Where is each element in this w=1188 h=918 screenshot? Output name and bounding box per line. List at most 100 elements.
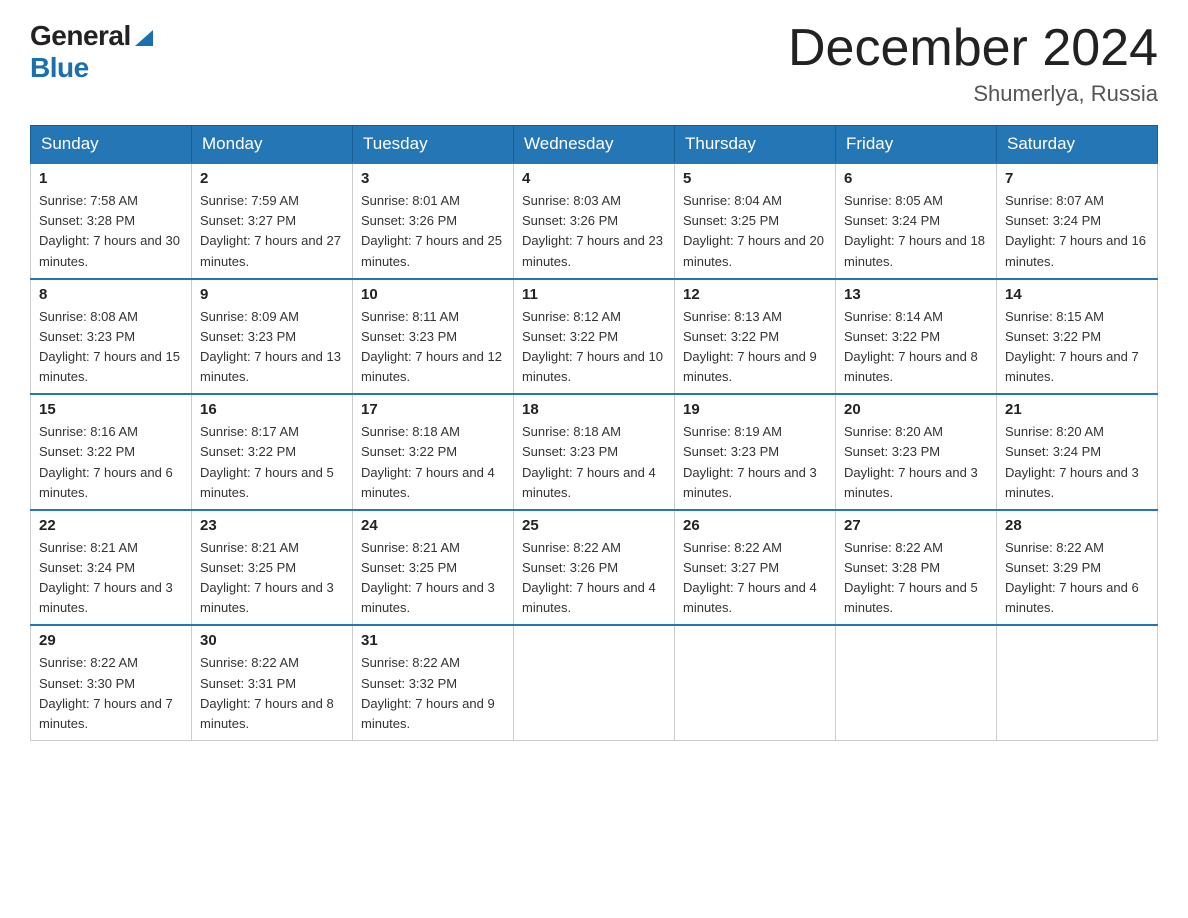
header-friday: Friday [836,126,997,164]
day-number: 14 [1005,286,1149,303]
day-number: 12 [683,286,827,303]
table-row: 2 Sunrise: 7:59 AMSunset: 3:27 PMDayligh… [192,163,353,279]
table-row: 30 Sunrise: 8:22 AMSunset: 3:31 PMDaylig… [192,625,353,740]
day-info: Sunrise: 8:19 AMSunset: 3:23 PMDaylight:… [683,422,827,503]
location: Shumerlya, Russia [788,81,1158,107]
day-info: Sunrise: 8:07 AMSunset: 3:24 PMDaylight:… [1005,191,1149,272]
day-number: 22 [39,517,183,534]
day-info: Sunrise: 8:22 AMSunset: 3:27 PMDaylight:… [683,538,827,619]
day-number: 11 [522,286,666,303]
table-row [514,625,675,740]
calendar-week-row: 22 Sunrise: 8:21 AMSunset: 3:24 PMDaylig… [31,510,1158,626]
day-info: Sunrise: 8:13 AMSunset: 3:22 PMDaylight:… [683,307,827,388]
table-row: 20 Sunrise: 8:20 AMSunset: 3:23 PMDaylig… [836,394,997,510]
table-row: 12 Sunrise: 8:13 AMSunset: 3:22 PMDaylig… [675,279,836,395]
day-info: Sunrise: 8:18 AMSunset: 3:23 PMDaylight:… [522,422,666,503]
header-tuesday: Tuesday [353,126,514,164]
table-row: 28 Sunrise: 8:22 AMSunset: 3:29 PMDaylig… [997,510,1158,626]
day-number: 28 [1005,517,1149,534]
day-info: Sunrise: 8:17 AMSunset: 3:22 PMDaylight:… [200,422,344,503]
day-info: Sunrise: 8:15 AMSunset: 3:22 PMDaylight:… [1005,307,1149,388]
table-row [675,625,836,740]
day-info: Sunrise: 7:59 AMSunset: 3:27 PMDaylight:… [200,191,344,272]
calendar-week-row: 29 Sunrise: 8:22 AMSunset: 3:30 PMDaylig… [31,625,1158,740]
day-number: 27 [844,517,988,534]
day-number: 19 [683,401,827,418]
day-number: 18 [522,401,666,418]
day-number: 30 [200,632,344,649]
table-row: 27 Sunrise: 8:22 AMSunset: 3:28 PMDaylig… [836,510,997,626]
day-info: Sunrise: 8:09 AMSunset: 3:23 PMDaylight:… [200,307,344,388]
day-number: 8 [39,286,183,303]
table-row: 29 Sunrise: 8:22 AMSunset: 3:30 PMDaylig… [31,625,192,740]
table-row: 23 Sunrise: 8:21 AMSunset: 3:25 PMDaylig… [192,510,353,626]
calendar-week-row: 15 Sunrise: 8:16 AMSunset: 3:22 PMDaylig… [31,394,1158,510]
table-row: 1 Sunrise: 7:58 AMSunset: 3:28 PMDayligh… [31,163,192,279]
header: General Blue December 2024 Shumerlya, Ru… [30,20,1158,107]
day-info: Sunrise: 8:22 AMSunset: 3:31 PMDaylight:… [200,653,344,734]
table-row: 22 Sunrise: 8:21 AMSunset: 3:24 PMDaylig… [31,510,192,626]
title-block: December 2024 Shumerlya, Russia [788,20,1158,107]
day-number: 7 [1005,170,1149,187]
day-number: 31 [361,632,505,649]
table-row: 7 Sunrise: 8:07 AMSunset: 3:24 PMDayligh… [997,163,1158,279]
day-info: Sunrise: 8:20 AMSunset: 3:24 PMDaylight:… [1005,422,1149,503]
table-row: 19 Sunrise: 8:19 AMSunset: 3:23 PMDaylig… [675,394,836,510]
table-row: 4 Sunrise: 8:03 AMSunset: 3:26 PMDayligh… [514,163,675,279]
day-info: Sunrise: 7:58 AMSunset: 3:28 PMDaylight:… [39,191,183,272]
table-row: 11 Sunrise: 8:12 AMSunset: 3:22 PMDaylig… [514,279,675,395]
day-info: Sunrise: 8:20 AMSunset: 3:23 PMDaylight:… [844,422,988,503]
table-row: 21 Sunrise: 8:20 AMSunset: 3:24 PMDaylig… [997,394,1158,510]
day-number: 26 [683,517,827,534]
day-number: 23 [200,517,344,534]
day-number: 13 [844,286,988,303]
table-row: 16 Sunrise: 8:17 AMSunset: 3:22 PMDaylig… [192,394,353,510]
logo-general-text: General [30,20,131,52]
day-number: 21 [1005,401,1149,418]
day-info: Sunrise: 8:22 AMSunset: 3:30 PMDaylight:… [39,653,183,734]
day-number: 25 [522,517,666,534]
day-number: 3 [361,170,505,187]
day-info: Sunrise: 8:21 AMSunset: 3:25 PMDaylight:… [361,538,505,619]
day-info: Sunrise: 8:22 AMSunset: 3:29 PMDaylight:… [1005,538,1149,619]
day-info: Sunrise: 8:22 AMSunset: 3:28 PMDaylight:… [844,538,988,619]
day-info: Sunrise: 8:21 AMSunset: 3:25 PMDaylight:… [200,538,344,619]
table-row [997,625,1158,740]
day-number: 17 [361,401,505,418]
table-row: 6 Sunrise: 8:05 AMSunset: 3:24 PMDayligh… [836,163,997,279]
table-row: 9 Sunrise: 8:09 AMSunset: 3:23 PMDayligh… [192,279,353,395]
day-number: 4 [522,170,666,187]
table-row: 5 Sunrise: 8:04 AMSunset: 3:25 PMDayligh… [675,163,836,279]
day-number: 9 [200,286,344,303]
day-info: Sunrise: 8:12 AMSunset: 3:22 PMDaylight:… [522,307,666,388]
day-number: 29 [39,632,183,649]
day-info: Sunrise: 8:01 AMSunset: 3:26 PMDaylight:… [361,191,505,272]
header-saturday: Saturday [997,126,1158,164]
table-row: 26 Sunrise: 8:22 AMSunset: 3:27 PMDaylig… [675,510,836,626]
day-info: Sunrise: 8:04 AMSunset: 3:25 PMDaylight:… [683,191,827,272]
day-info: Sunrise: 8:11 AMSunset: 3:23 PMDaylight:… [361,307,505,388]
day-number: 24 [361,517,505,534]
table-row: 18 Sunrise: 8:18 AMSunset: 3:23 PMDaylig… [514,394,675,510]
logo-blue-text: Blue [30,52,89,84]
table-row [836,625,997,740]
day-info: Sunrise: 8:14 AMSunset: 3:22 PMDaylight:… [844,307,988,388]
day-info: Sunrise: 8:08 AMSunset: 3:23 PMDaylight:… [39,307,183,388]
table-row: 15 Sunrise: 8:16 AMSunset: 3:22 PMDaylig… [31,394,192,510]
day-number: 6 [844,170,988,187]
calendar-week-row: 8 Sunrise: 8:08 AMSunset: 3:23 PMDayligh… [31,279,1158,395]
day-info: Sunrise: 8:22 AMSunset: 3:26 PMDaylight:… [522,538,666,619]
table-row: 8 Sunrise: 8:08 AMSunset: 3:23 PMDayligh… [31,279,192,395]
day-info: Sunrise: 8:03 AMSunset: 3:26 PMDaylight:… [522,191,666,272]
day-info: Sunrise: 8:16 AMSunset: 3:22 PMDaylight:… [39,422,183,503]
table-row: 24 Sunrise: 8:21 AMSunset: 3:25 PMDaylig… [353,510,514,626]
logo: General Blue [30,20,155,84]
table-row: 3 Sunrise: 8:01 AMSunset: 3:26 PMDayligh… [353,163,514,279]
day-info: Sunrise: 8:05 AMSunset: 3:24 PMDaylight:… [844,191,988,272]
day-info: Sunrise: 8:21 AMSunset: 3:24 PMDaylight:… [39,538,183,619]
calendar-week-row: 1 Sunrise: 7:58 AMSunset: 3:28 PMDayligh… [31,163,1158,279]
day-info: Sunrise: 8:22 AMSunset: 3:32 PMDaylight:… [361,653,505,734]
header-thursday: Thursday [675,126,836,164]
calendar-header-row: Sunday Monday Tuesday Wednesday Thursday… [31,126,1158,164]
header-monday: Monday [192,126,353,164]
